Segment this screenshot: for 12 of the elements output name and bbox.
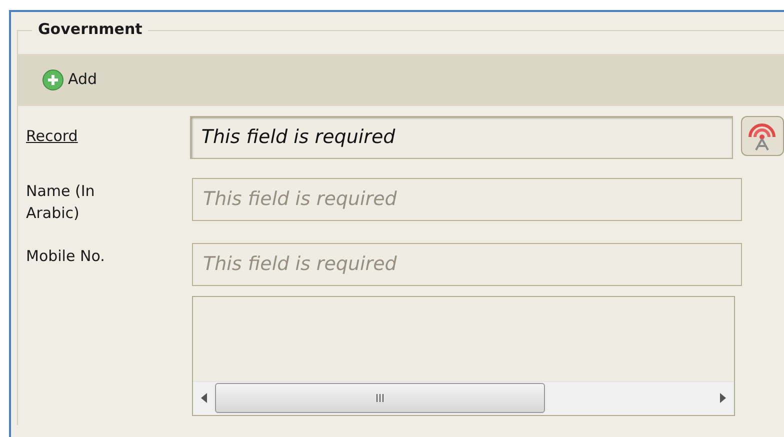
add-button[interactable]: Add <box>42 68 98 91</box>
antenna-icon <box>746 120 778 150</box>
field-label: Name (In Arabic) <box>26 180 96 224</box>
plus-icon <box>42 68 64 90</box>
scrollbar-thumb[interactable] <box>215 383 545 413</box>
input-field[interactable]: This field is required <box>192 242 742 286</box>
field-label: Mobile No. <box>26 246 106 266</box>
lookup-button[interactable] <box>740 116 784 156</box>
input-field[interactable]: This field is required <box>192 178 742 220</box>
field-label: Record <box>26 126 79 146</box>
input-field[interactable]: This field is required <box>190 116 733 158</box>
horizontal-scrollbar[interactable] <box>193 380 734 414</box>
